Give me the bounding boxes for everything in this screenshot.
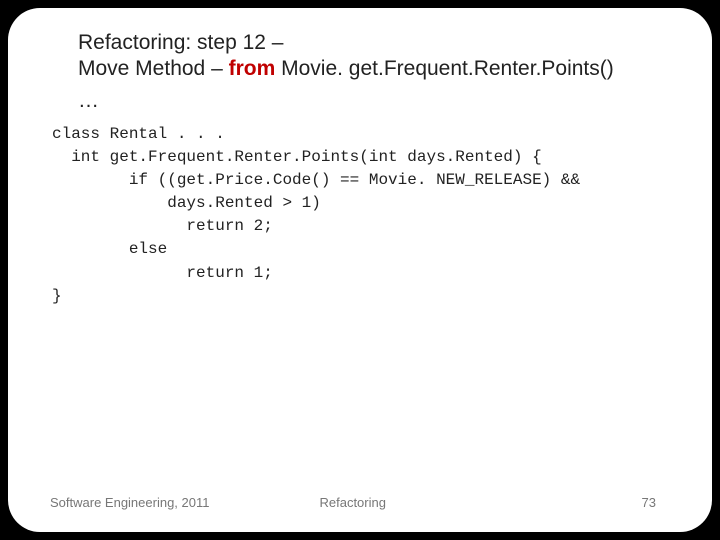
slide: Refactoring: step 12 – Move Method – fro… <box>8 8 712 532</box>
footer-course: Software Engineering, 2011 <box>50 495 209 510</box>
title-from-keyword: from <box>229 57 276 80</box>
title-line2-pre: Move Method – <box>78 57 229 80</box>
continuation-ellipsis: … <box>78 89 676 113</box>
slide-title: Refactoring: step 12 – Move Method – fro… <box>78 30 676 83</box>
footer-topic: Refactoring <box>319 495 385 510</box>
footer: Software Engineering, 2011 Refactoring 7… <box>44 495 676 514</box>
page-number: 73 <box>642 495 656 510</box>
title-line2-post: Movie. get.Frequent.Renter.Points() <box>275 57 614 80</box>
code-block: class Rental . . . int get.Frequent.Rent… <box>52 123 676 496</box>
title-line1: Refactoring: step 12 – <box>78 31 283 54</box>
